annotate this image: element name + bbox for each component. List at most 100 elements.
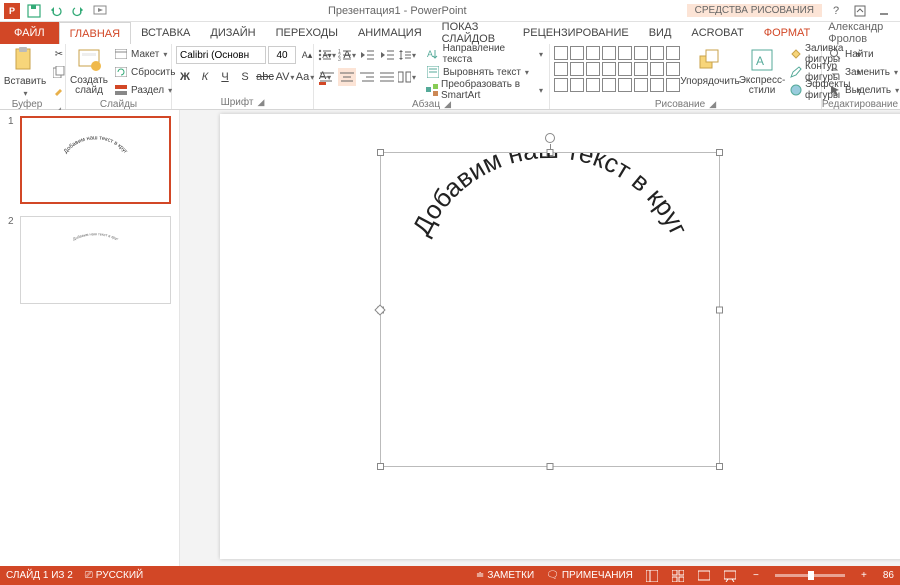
thumbnail-slide[interactable]: Добавим наш текст в круг	[20, 116, 171, 204]
slideshow-view-icon[interactable]	[723, 569, 737, 583]
svg-text:3: 3	[338, 57, 341, 61]
contextual-tab-label: СРЕДСТВА РИСОВАНИЯ	[687, 4, 822, 17]
svg-text:Добавим наш текст в круг: Добавим наш текст в круг	[72, 232, 119, 242]
thumbnail-slide[interactable]: Добавим наш текст в круг	[20, 216, 171, 304]
bold-button[interactable]: Ж	[176, 68, 194, 86]
zoom-out-button[interactable]: −	[749, 569, 763, 583]
zoom-slider-thumb[interactable]	[808, 571, 814, 580]
slide-count[interactable]: СЛАЙД 1 ИЗ 2	[6, 570, 73, 581]
slide-canvas-area[interactable]: Добавим наш текст в круг	[180, 110, 900, 566]
ribbon-options-icon[interactable]	[850, 3, 870, 19]
tab-home[interactable]: ГЛАВНАЯ	[59, 22, 131, 44]
comments-icon: 🗨	[546, 570, 559, 581]
curved-text: Добавим наш текст в круг	[381, 153, 719, 466]
app-icon: P	[4, 3, 20, 19]
tab-review[interactable]: РЕЦЕНЗИРОВАНИЕ	[513, 22, 639, 44]
minimize-icon[interactable]	[874, 3, 894, 19]
save-icon[interactable]	[26, 3, 42, 19]
thumbnail-2[interactable]: 2 Добавим наш текст в круг	[8, 216, 171, 304]
shapes-gallery[interactable]	[554, 46, 680, 92]
zoom-value[interactable]: 86	[883, 570, 894, 581]
tab-view[interactable]: ВИД	[639, 22, 682, 44]
new-slide-button[interactable]: Создать слайд	[70, 46, 108, 96]
shadow-button[interactable]: S	[236, 68, 254, 86]
justify-button[interactable]	[378, 68, 396, 86]
slide[interactable]: Добавим наш текст в круг	[220, 114, 900, 559]
redo-icon[interactable]	[70, 3, 86, 19]
selected-textbox[interactable]: Добавим наш текст в круг	[380, 152, 720, 467]
select-button[interactable]: Выделить▾	[826, 82, 900, 98]
ribbon-tabs: ФАЙЛ ГЛАВНАЯ ВСТАВКА ДИЗАЙН ПЕРЕХОДЫ АНИ…	[0, 22, 900, 44]
chevron-down-icon: ▾	[23, 89, 27, 98]
underline-button[interactable]: Ч	[216, 68, 234, 86]
align-right-button[interactable]	[358, 68, 376, 86]
notes-icon: ≐	[476, 570, 484, 581]
dialog-launcher-icon[interactable]: ◢	[257, 97, 264, 108]
italic-button[interactable]: К	[196, 68, 214, 86]
replace-button[interactable]: Заменить▾	[826, 64, 900, 80]
increase-indent-button[interactable]	[378, 46, 396, 64]
tab-file[interactable]: ФАЙЛ	[0, 22, 59, 44]
font-name-input[interactable]	[176, 46, 266, 64]
tab-format[interactable]: ФОРМАТ	[754, 22, 821, 44]
normal-view-icon[interactable]	[645, 569, 659, 583]
rotate-handle[interactable]	[545, 133, 555, 143]
columns-button[interactable]: ▾	[398, 68, 416, 86]
slide-thumbnails-pane[interactable]: 1 Добавим наш текст в круг 2 Добавим наш…	[0, 110, 180, 566]
dialog-launcher-icon[interactable]: ◢	[444, 99, 451, 110]
spacing-button[interactable]: AV▾	[276, 68, 294, 86]
line-spacing-button[interactable]: ▾	[398, 46, 416, 64]
notes-button[interactable]: ≐ЗАМЕТКИ	[476, 570, 534, 581]
user-name[interactable]: Александр Фролов	[820, 22, 900, 44]
text-direction-icon: A	[426, 47, 440, 61]
align-text-icon	[426, 65, 440, 79]
tab-animations[interactable]: АНИМАЦИЯ	[348, 22, 432, 44]
font-size-input[interactable]	[268, 46, 296, 64]
help-icon[interactable]: ?	[826, 3, 846, 19]
quick-styles-button[interactable]: A Экспресс- стили	[740, 46, 784, 96]
quick-access-toolbar: P	[0, 3, 108, 19]
paste-button[interactable]: Вставить ▾	[4, 46, 46, 98]
language-button[interactable]: ⎚РУССКИЙ	[85, 570, 143, 581]
bullets-button[interactable]: ▾	[318, 46, 336, 64]
align-center-button[interactable]	[338, 68, 356, 86]
smartart-button[interactable]: Преобразовать в SmartArt▾	[424, 82, 545, 98]
strike-button[interactable]: abc	[256, 68, 274, 86]
layout-button[interactable]: Макет▾	[112, 46, 177, 62]
tab-slideshow[interactable]: ПОКАЗ СЛАЙДОВ	[432, 22, 513, 44]
tab-design[interactable]: ДИЗАЙН	[200, 22, 265, 44]
sorter-view-icon[interactable]	[671, 569, 685, 583]
reset-button[interactable]: Сбросить	[112, 64, 177, 80]
dialog-launcher-icon[interactable]: ◢	[709, 99, 716, 110]
section-icon	[114, 83, 128, 97]
window-title: Презентация1 - PowerPoint	[108, 5, 687, 17]
change-case-button[interactable]: Aa▾	[296, 68, 314, 86]
undo-icon[interactable]	[48, 3, 64, 19]
numbering-button[interactable]: 123▾	[338, 46, 356, 64]
slideshow-icon[interactable]	[92, 3, 108, 19]
paste-icon	[11, 46, 39, 74]
smartart-icon	[426, 83, 438, 97]
tab-acrobat[interactable]: ACROBAT	[681, 22, 753, 44]
section-button[interactable]: Раздел▾	[112, 82, 177, 98]
decrease-indent-button[interactable]	[358, 46, 376, 64]
comments-button[interactable]: 🗨ПРИМЕЧАНИЯ	[546, 570, 633, 581]
svg-text:A: A	[427, 49, 433, 59]
quick-styles-icon: A	[748, 46, 776, 74]
tab-insert[interactable]: ВСТАВКА	[131, 22, 200, 44]
workspace: 1 Добавим наш текст в круг 2 Добавим наш…	[0, 110, 900, 566]
zoom-slider[interactable]	[775, 574, 845, 577]
cursor-icon	[828, 83, 842, 97]
group-slides: Создать слайд Макет▾ Сбросить Раздел▾ Сл…	[66, 44, 172, 109]
zoom-in-button[interactable]: +	[857, 569, 871, 583]
find-button[interactable]: Найти	[826, 46, 900, 62]
thumbnail-1[interactable]: 1 Добавим наш текст в круг	[8, 116, 171, 204]
svg-text:Добавим наш текст в круг: Добавим наш текст в круг	[408, 153, 693, 240]
tab-transitions[interactable]: ПЕРЕХОДЫ	[266, 22, 348, 44]
reading-view-icon[interactable]	[697, 569, 711, 583]
arrange-button[interactable]: Упорядочить	[684, 46, 736, 87]
align-left-button[interactable]	[318, 68, 336, 86]
align-text-button[interactable]: Выровнять текст▾	[424, 64, 545, 80]
text-direction-button[interactable]: AНаправление текста▾	[424, 46, 545, 62]
status-bar: СЛАЙД 1 ИЗ 2 ⎚РУССКИЙ ≐ЗАМЕТКИ 🗨ПРИМЕЧАН…	[0, 566, 900, 585]
